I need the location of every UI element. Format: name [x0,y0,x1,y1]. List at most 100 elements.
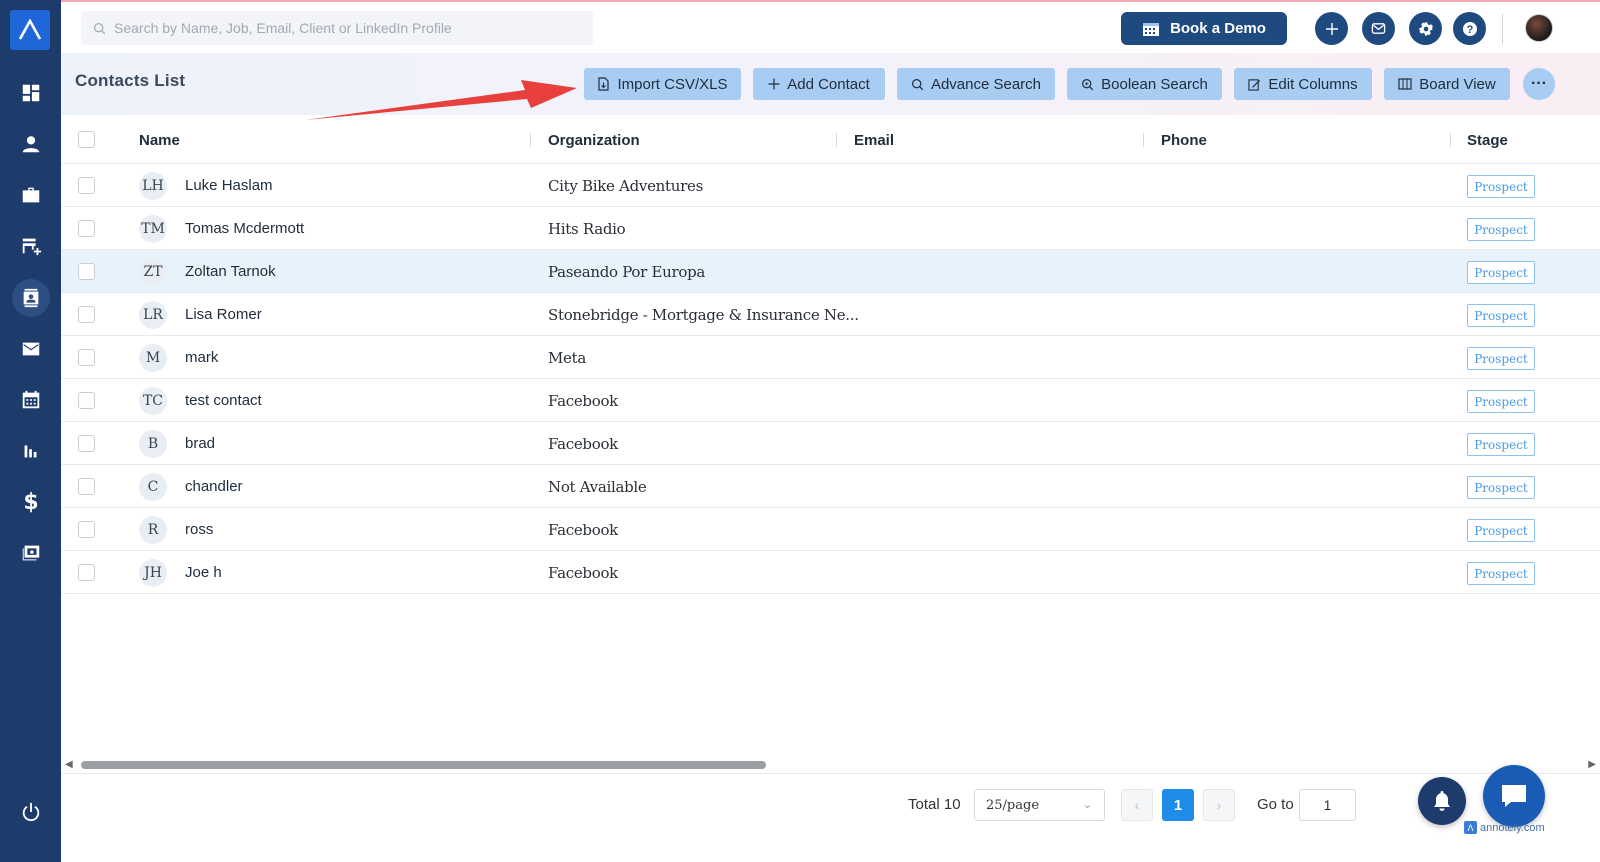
stage-badge[interactable]: Prospect [1467,175,1535,198]
sidebar-item-billing[interactable]: $ [12,483,50,521]
app-logo[interactable] [10,10,50,50]
logout-button[interactable] [12,793,50,831]
contact-name[interactable]: mark [185,349,218,366]
table-row[interactable]: LR Lisa Romer Stonebridge - Mortgage & I… [61,293,1600,336]
row-checkbox[interactable] [78,392,95,409]
table-row[interactable]: M mark Meta Prospect [61,336,1600,379]
sidebar-item-placements[interactable] [12,534,50,572]
table-row[interactable]: LH Luke Haslam City Bike Adventures Pros… [61,164,1600,207]
table-row[interactable]: TC test contact Facebook Prospect [61,379,1600,422]
sidebar-item-reports[interactable] [12,432,50,470]
contact-name[interactable]: Lisa Romer [185,306,262,323]
messages-button[interactable] [1362,12,1395,45]
table-row[interactable]: JH Joe h Facebook Prospect [61,551,1600,594]
stage-badge[interactable]: Prospect [1467,562,1535,585]
help-button[interactable]: ? [1453,12,1486,45]
bar-chart-icon [24,445,37,458]
search-input[interactable] [114,20,584,36]
contact-name[interactable]: test contact [185,392,262,409]
search-icon [94,22,106,34]
board-view-button[interactable]: Board View [1384,68,1510,100]
page-size-select[interactable]: 25/page ⌄ [974,789,1105,821]
row-checkbox[interactable] [78,306,95,323]
sidebar-item-mail[interactable] [12,330,50,368]
column-header-name[interactable]: Name [139,132,180,149]
column-divider[interactable] [1450,133,1451,147]
sidebar-item-jobs[interactable] [12,176,50,214]
contact-name[interactable]: ross [185,521,213,538]
page-button-current[interactable]: 1 [1162,789,1194,821]
chat-widget-button[interactable] [1483,765,1545,827]
boolean-search-label: Boolean Search [1101,75,1208,93]
advance-search-button[interactable]: Advance Search [897,68,1055,100]
row-checkbox[interactable] [78,521,95,538]
row-checkbox[interactable] [78,220,95,237]
calendar-icon [22,390,40,409]
stage-badge[interactable]: Prospect [1467,476,1535,499]
book-demo-button[interactable]: Book a Demo [1121,12,1287,45]
column-divider[interactable] [836,133,837,147]
stage-badge[interactable]: Prospect [1467,218,1535,241]
scroll-left-arrow-icon[interactable]: ◀ [65,759,73,770]
advance-search-label: Advance Search [930,75,1042,93]
contact-avatar: M [139,344,167,372]
global-search[interactable] [81,11,593,45]
stage-badge[interactable]: Prospect [1467,433,1535,456]
table-row[interactable]: ZT Zoltan Tarnok Paseando Por Europa Pro… [61,250,1600,293]
row-checkbox[interactable] [78,177,95,194]
contact-name[interactable]: Joe h [185,564,222,581]
user-avatar[interactable] [1525,14,1553,42]
notifications-button[interactable] [1418,777,1466,825]
column-divider[interactable] [530,133,531,147]
boolean-search-button[interactable]: Boolean Search [1067,68,1222,100]
power-icon [22,802,40,822]
table-row[interactable]: C chandler Not Available Prospect [61,465,1600,508]
column-header-email[interactable]: Email [854,132,894,149]
scrollbar-thumb[interactable] [81,761,766,769]
chevron-right-icon: › [1216,797,1222,813]
sidebar-item-clients[interactable] [12,227,50,265]
zoom-search-icon [1082,78,1094,90]
import-csv-button[interactable]: Import CSV/XLS [584,68,741,100]
select-all-checkbox[interactable] [78,131,95,148]
contact-name[interactable]: Zoltan Tarnok [185,263,276,280]
more-options-button[interactable]: ··· [1523,68,1555,100]
edit-columns-button[interactable]: Edit Columns [1234,68,1372,100]
stage-badge[interactable]: Prospect [1467,304,1535,327]
add-contact-button[interactable]: Add Contact [753,68,885,100]
contact-avatar: LR [139,301,167,329]
contact-name[interactable]: chandler [185,478,243,495]
sidebar-item-dashboard[interactable] [12,74,50,112]
sidebar-item-candidates[interactable] [12,125,50,163]
row-checkbox[interactable] [78,349,95,366]
scroll-right-arrow-icon[interactable]: ▶ [1588,759,1596,770]
sidebar-item-contacts[interactable] [12,279,50,317]
contact-organization: Facebook [548,392,618,410]
settings-button[interactable] [1409,12,1442,45]
horizontal-scrollbar[interactable]: ◀ ▶ [61,757,1600,773]
contact-name[interactable]: Luke Haslam [185,177,273,194]
contact-name[interactable]: brad [185,435,215,452]
goto-page-input[interactable] [1299,789,1356,821]
stage-badge[interactable]: Prospect [1467,519,1535,542]
table-row[interactable]: R ross Facebook Prospect [61,508,1600,551]
column-header-organization[interactable]: Organization [548,132,640,149]
row-checkbox[interactable] [78,435,95,452]
contact-name[interactable]: Tomas Mcdermott [185,220,304,237]
column-header-stage[interactable]: Stage [1467,132,1508,149]
edit-icon [1248,78,1261,91]
table-row[interactable]: TM Tomas Mcdermott Hits Radio Prospect [61,207,1600,250]
row-checkbox[interactable] [78,263,95,280]
stage-badge[interactable]: Prospect [1467,390,1535,413]
quick-add-button[interactable] [1315,12,1348,45]
stage-badge[interactable]: Prospect [1467,347,1535,370]
row-checkbox[interactable] [78,564,95,581]
prev-page-button[interactable]: ‹ [1121,789,1153,821]
table-row[interactable]: B brad Facebook Prospect [61,422,1600,465]
next-page-button[interactable]: › [1203,789,1235,821]
stage-badge[interactable]: Prospect [1467,261,1535,284]
column-header-phone[interactable]: Phone [1161,132,1207,149]
row-checkbox[interactable] [78,478,95,495]
column-divider[interactable] [1143,133,1144,147]
sidebar-item-calendar[interactable] [12,381,50,419]
